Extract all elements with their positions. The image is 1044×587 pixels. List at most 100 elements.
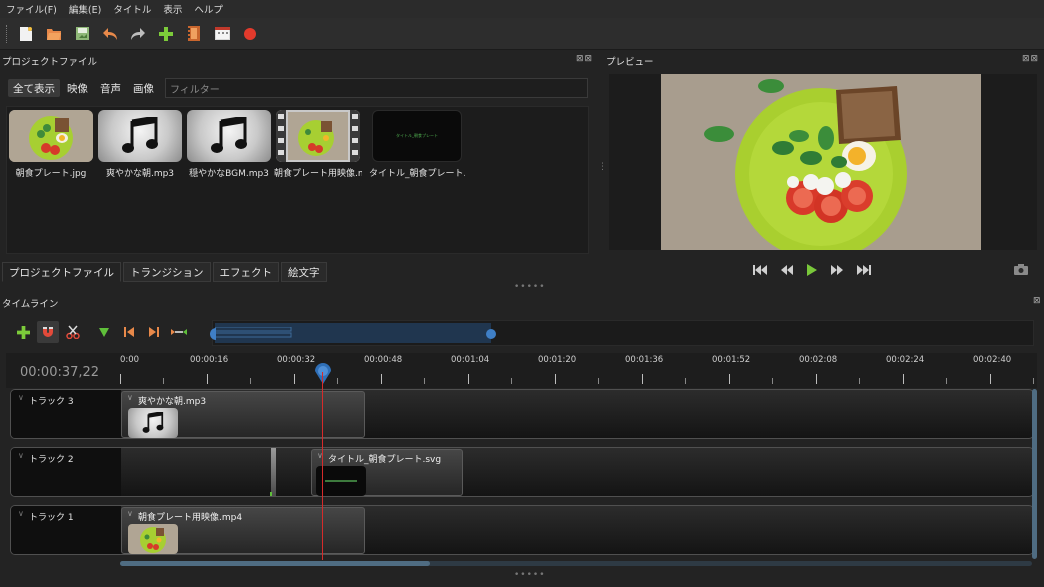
- timeline-zoom-scrubber[interactable]: [210, 320, 1034, 346]
- zoom-handle-left[interactable]: [210, 328, 216, 340]
- file-item[interactable]: 爽やかな朝.mp3: [96, 110, 184, 179]
- razor-button[interactable]: [62, 321, 84, 343]
- new-project-icon: [20, 26, 32, 41]
- ruler-tick: [642, 374, 643, 384]
- tab-transitions[interactable]: トランジション: [123, 262, 211, 282]
- open-project-button[interactable]: [43, 23, 65, 45]
- file-name: 朝食プレート用映像.mp: [274, 169, 362, 179]
- file-thumbnail: [98, 110, 182, 162]
- filter-tab-audio[interactable]: 音声: [95, 79, 126, 97]
- filter-tab-video[interactable]: 映像: [62, 79, 93, 97]
- filter-input[interactable]: フィルター: [165, 78, 588, 98]
- splitter-handle-vertical[interactable]: ⋮: [598, 162, 608, 172]
- previous-marker-button[interactable]: [118, 321, 140, 343]
- zoom-selection[interactable]: [215, 323, 491, 343]
- ruler-tick-label: 00:01:04: [451, 355, 490, 365]
- ruler-tick: [120, 374, 121, 384]
- track-name: トラック 3: [18, 393, 73, 407]
- file-item[interactable]: 朝食プレート.jpg: [7, 110, 95, 179]
- filter-tab-all[interactable]: 全て表示: [8, 79, 60, 97]
- choose-profile-button[interactable]: [183, 23, 205, 45]
- snapping-toggle[interactable]: [37, 321, 59, 343]
- tab-effects[interactable]: エフェクト: [212, 262, 279, 282]
- clip-thumbnail: [316, 466, 366, 496]
- timeline-clip[interactable]: 爽やかな朝.mp3: [121, 391, 365, 438]
- jump-end-icon[interactable]: [856, 264, 872, 276]
- timeline-horizontal-scrollbar[interactable]: [120, 561, 1032, 566]
- file-name: タイトル_朝食プレート.svg: [369, 169, 465, 179]
- title-thumbnail-text: タイトル_朝食プレート: [396, 133, 438, 138]
- track-name: トラック 1: [18, 509, 73, 523]
- undo-button[interactable]: [99, 23, 121, 45]
- ruler-tick: [946, 378, 947, 384]
- add-track-button[interactable]: [12, 321, 34, 343]
- track-header[interactable]: トラック 3: [11, 390, 121, 438]
- timeline-clip[interactable]: 朝食プレート用映像.mp4: [121, 507, 365, 554]
- horizontal-scroll-thumb[interactable]: [120, 561, 430, 566]
- bottom-splitter-handle[interactable]: •••••: [514, 570, 546, 580]
- splitter-handle-horizontal[interactable]: •••••: [514, 282, 546, 292]
- menu-edit[interactable]: 編集(E): [69, 2, 101, 16]
- zoom-handle-right[interactable]: [486, 328, 496, 340]
- file-name: 穏やかなBGM.mp3: [189, 169, 269, 179]
- file-item[interactable]: タイトル_朝食プレート タイトル_朝食プレート.svg: [369, 110, 465, 179]
- ruler-tick: [555, 374, 556, 384]
- menu-view[interactable]: 表示: [163, 2, 182, 16]
- track-1[interactable]: トラック 1 朝食プレート用映像.mp4: [10, 505, 1034, 555]
- ruler-tick-label: 0:00: [120, 355, 140, 365]
- next-marker-button[interactable]: [143, 321, 165, 343]
- tab-emoji[interactable]: 絵文字: [281, 262, 327, 282]
- breakfast-plate-image: [128, 524, 178, 554]
- tab-project-files[interactable]: プロジェクトファイル: [2, 262, 121, 282]
- timeline-vertical-scrollbar[interactable]: [1032, 389, 1037, 559]
- menu-file[interactable]: ファイル(F): [6, 2, 57, 16]
- marker-icon: [99, 327, 109, 337]
- timeline-ruler[interactable]: 00:00:37,22 0:00 00:00:16 00:00:32 00:00…: [6, 353, 1037, 388]
- file-item[interactable]: 朝食プレート用映像.mp: [274, 110, 362, 179]
- import-files-icon: [159, 26, 173, 41]
- track-header[interactable]: トラック 2: [11, 448, 121, 496]
- jump-start-icon[interactable]: [752, 264, 768, 276]
- choose-profile-icon: [188, 26, 200, 41]
- play-icon[interactable]: [806, 263, 818, 277]
- add-marker-button[interactable]: [93, 321, 115, 343]
- center-playhead-button[interactable]: [168, 321, 190, 343]
- file-item[interactable]: 穏やかなBGM.mp3: [185, 110, 273, 179]
- music-note-icon: [211, 117, 247, 153]
- rewind-icon[interactable]: [780, 264, 794, 276]
- scissors-icon: [66, 325, 80, 339]
- ruler-tick: [598, 378, 599, 384]
- clip-name: タイトル_朝食プレート.svg: [317, 451, 441, 465]
- transition-marker[interactable]: [271, 448, 276, 496]
- filter-tab-image[interactable]: 画像: [128, 79, 159, 97]
- playhead-handle[interactable]: [314, 362, 332, 386]
- preview-panel-controls[interactable]: ⊠⊠: [1022, 54, 1039, 64]
- save-project-icon: [75, 27, 89, 40]
- next-marker-icon: [149, 327, 159, 337]
- file-name: 朝食プレート.jpg: [15, 169, 87, 179]
- redo-button[interactable]: [127, 23, 149, 45]
- camera-snapshot-icon[interactable]: [1014, 264, 1028, 275]
- ruler-tick-label: 00:00:32: [277, 355, 316, 365]
- project-files-panel-controls[interactable]: ⊠⊠: [576, 54, 593, 64]
- menu-help[interactable]: ヘルプ: [194, 2, 223, 16]
- timeline-clip[interactable]: タイトル_朝食プレート.svg: [311, 449, 463, 496]
- track-3[interactable]: トラック 3 爽やかな朝.mp3: [10, 389, 1034, 439]
- ruler-tick-label: 00:01:36: [625, 355, 664, 365]
- import-files-button[interactable]: [155, 23, 177, 45]
- toolbar-grip[interactable]: [6, 24, 9, 43]
- fullscreen-button[interactable]: [211, 23, 233, 45]
- export-video-button[interactable]: [239, 23, 261, 45]
- ruler-tick-label: 00:02:40: [973, 355, 1012, 365]
- clip-name: 朝食プレート用映像.mp4: [127, 509, 242, 523]
- magnet-icon: [43, 327, 53, 337]
- new-project-button[interactable]: [15, 23, 37, 45]
- track-header[interactable]: トラック 1: [11, 506, 121, 554]
- fast-forward-icon[interactable]: [830, 264, 844, 276]
- track-2[interactable]: トラック 2 タイトル_朝食プレート.svg: [10, 447, 1034, 497]
- ruler-tick: [468, 374, 469, 384]
- undo-icon: [103, 27, 117, 40]
- timeline-panel-controls[interactable]: ⊠: [1033, 296, 1042, 306]
- save-project-button[interactable]: [71, 23, 93, 45]
- menu-title[interactable]: タイトル: [113, 2, 151, 16]
